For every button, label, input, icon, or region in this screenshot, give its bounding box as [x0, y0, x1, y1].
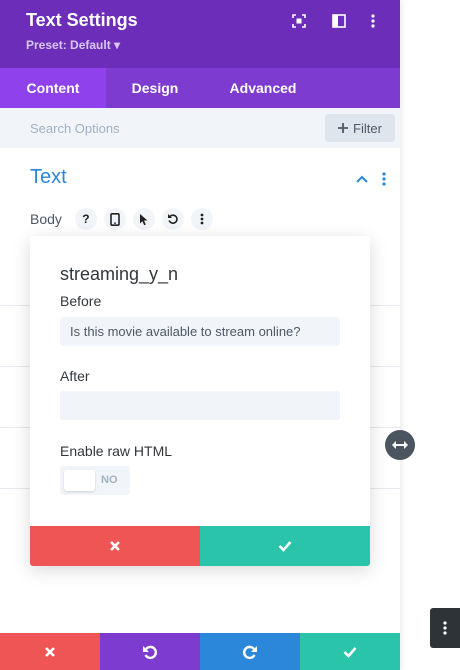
fullscreen-icon[interactable]	[290, 12, 308, 30]
redo-icon	[242, 645, 257, 659]
resize-arrows-icon	[392, 441, 408, 449]
raw-html-toggle[interactable]: NO	[60, 466, 130, 495]
cursor-icon[interactable]	[132, 208, 155, 230]
undo-icon[interactable]	[161, 208, 184, 230]
more-icon[interactable]	[190, 208, 213, 230]
panel-header: Text Settings Preset: Default ▾	[0, 0, 400, 68]
check-icon	[343, 646, 357, 658]
search-input[interactable]	[30, 108, 300, 148]
more-options-icon[interactable]	[364, 12, 382, 30]
tab-bar: Content Design Advanced	[0, 68, 400, 108]
help-icon[interactable]: ?	[74, 208, 97, 230]
check-icon	[278, 541, 292, 552]
tab-content[interactable]: Content	[0, 68, 106, 108]
mobile-icon[interactable]	[103, 208, 126, 230]
section-more-icon[interactable]	[377, 172, 391, 186]
settings-panel: Text Settings Preset: Default ▾ Content …	[0, 0, 400, 670]
undo-button[interactable]	[100, 633, 200, 670]
close-icon	[110, 541, 120, 551]
undo-icon	[143, 645, 158, 659]
before-label: Before	[60, 293, 102, 309]
search-bar: Filter	[0, 108, 400, 148]
after-label: After	[60, 368, 90, 384]
popup-confirm-button[interactable]	[200, 526, 370, 566]
bottom-action-bar	[0, 633, 400, 670]
plus-icon	[338, 123, 349, 133]
builder-root: Text Settings Preset: Default ▾ Content …	[0, 0, 460, 670]
toggle-state: NO	[101, 474, 118, 486]
toggle-knob	[64, 470, 95, 491]
save-button[interactable]	[300, 633, 400, 670]
panel-title: Text Settings	[26, 10, 138, 30]
body-field-row: Body ?	[30, 207, 213, 231]
chevron-up-icon[interactable]	[355, 172, 369, 186]
redo-button[interactable]	[200, 633, 300, 670]
close-icon	[45, 646, 55, 657]
popup-cancel-button[interactable]	[30, 526, 200, 566]
before-input[interactable]: Is this movie available to stream online…	[60, 317, 340, 346]
section-title[interactable]: Text	[30, 166, 67, 189]
tab-advanced[interactable]: Advanced	[204, 68, 322, 108]
sidebar-toggle-icon[interactable]	[330, 12, 348, 30]
tab-design[interactable]: Design	[106, 68, 204, 108]
more-options-icon	[443, 621, 447, 635]
dynamic-content-popup: streaming_y_n Before Is this movie avail…	[30, 236, 370, 566]
preset-selector[interactable]: Preset: Default ▾	[26, 38, 120, 52]
filter-button[interactable]: Filter	[325, 114, 395, 142]
raw-html-label: Enable raw HTML	[60, 443, 173, 459]
panel-resize-handle[interactable]	[385, 430, 415, 460]
page-settings-button[interactable]	[430, 608, 460, 648]
after-input[interactable]	[60, 391, 340, 420]
filter-label: Filter	[353, 120, 382, 136]
popup-title: streaming_y_n	[60, 264, 179, 284]
discard-button[interactable]	[0, 633, 100, 670]
body-label: Body	[30, 211, 62, 227]
